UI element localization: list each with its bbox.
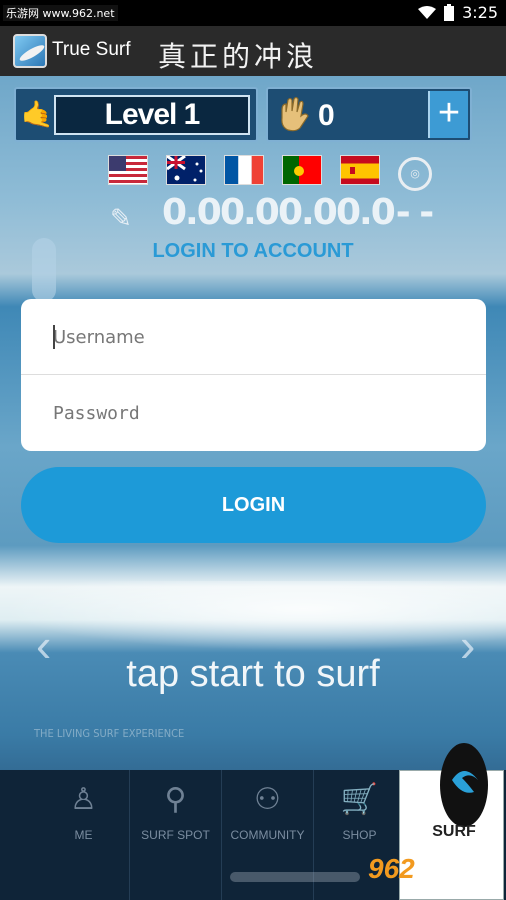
- watermark-number: 962: [368, 853, 415, 884]
- pencil-icon[interactable]: ✎: [110, 203, 132, 233]
- nav-label-surf-spot: SURF SPOT: [141, 828, 210, 842]
- coins-value: 0: [318, 99, 335, 132]
- username-field[interactable]: [21, 299, 486, 375]
- login-card: [21, 299, 486, 451]
- community-icon: ⚇: [254, 783, 281, 816]
- world-seal-icon: ◎: [398, 157, 432, 191]
- nav-item-me[interactable]: ♙ ME: [38, 770, 130, 900]
- watermark-text: 乐游网 www.962.net: [3, 5, 118, 21]
- status-time: 3:25: [462, 3, 498, 22]
- hand-icon: [281, 96, 309, 132]
- coins-panel: 0 +: [266, 87, 472, 142]
- score-australia: 0.0: [220, 192, 280, 233]
- app-title: True Surf: [52, 39, 131, 60]
- wifi-icon: [418, 5, 437, 19]
- add-coins-button[interactable]: +: [428, 91, 468, 138]
- score-usa: 0.0: [162, 192, 222, 233]
- status-bar: 乐游网 www.962.net 3:25: [0, 0, 506, 26]
- status-icons: 3:25: [418, 3, 498, 22]
- watermark-logo: 962 .NET 乐游网: [368, 853, 504, 897]
- nav-item-surf-spot[interactable]: ⚲ SURF SPOT: [130, 770, 222, 900]
- password-field[interactable]: [21, 375, 486, 451]
- tap-start-text[interactable]: tap start to surf: [0, 653, 506, 696]
- score-portugal: 0.0: [336, 192, 396, 233]
- login-button[interactable]: LOGIN: [21, 467, 486, 543]
- fine-print: THE LIVING SURF EXPERIENCE: [34, 727, 185, 740]
- watermark-cn: 乐游网: [450, 881, 487, 895]
- usa-flag-icon: [108, 155, 148, 185]
- person-icon: ♙: [70, 783, 97, 816]
- level-label: Level 1: [54, 95, 250, 135]
- scroll-indicator: [230, 872, 360, 882]
- australia-flag-icon: [166, 155, 206, 185]
- france-flag-icon: [224, 155, 264, 185]
- shaka-icon: 🤙: [21, 99, 54, 129]
- login-heading: LOGIN TO ACCOUNT: [152, 240, 354, 262]
- app-icon: [13, 34, 47, 68]
- wave-highlight: [0, 581, 506, 651]
- app-subtitle: 真正的冲浪: [158, 40, 319, 73]
- nav-label-surf: SURF: [432, 823, 476, 840]
- nav-label-shop: SHOP: [342, 828, 377, 842]
- level-panel[interactable]: 🤙 Level 1: [14, 87, 258, 142]
- map-pin-icon: ⚲: [164, 783, 187, 816]
- score-spain: - -: [395, 192, 434, 233]
- nav-label-me: ME: [74, 828, 93, 842]
- plus-icon: +: [437, 92, 461, 134]
- cart-icon: 🛒: [340, 783, 379, 816]
- score-france: 0.0: [278, 192, 338, 233]
- battery-icon: [444, 4, 455, 21]
- text-caret: [53, 325, 55, 349]
- app-bar: True Surf 真正的冲浪: [0, 26, 506, 76]
- spain-flag-icon: [340, 155, 380, 185]
- nav-label-community: COMMUNITY: [230, 828, 305, 842]
- surf-logo-icon: [440, 743, 488, 827]
- portugal-flag-icon: [282, 155, 322, 185]
- watermark-domain: .NET: [443, 855, 494, 880]
